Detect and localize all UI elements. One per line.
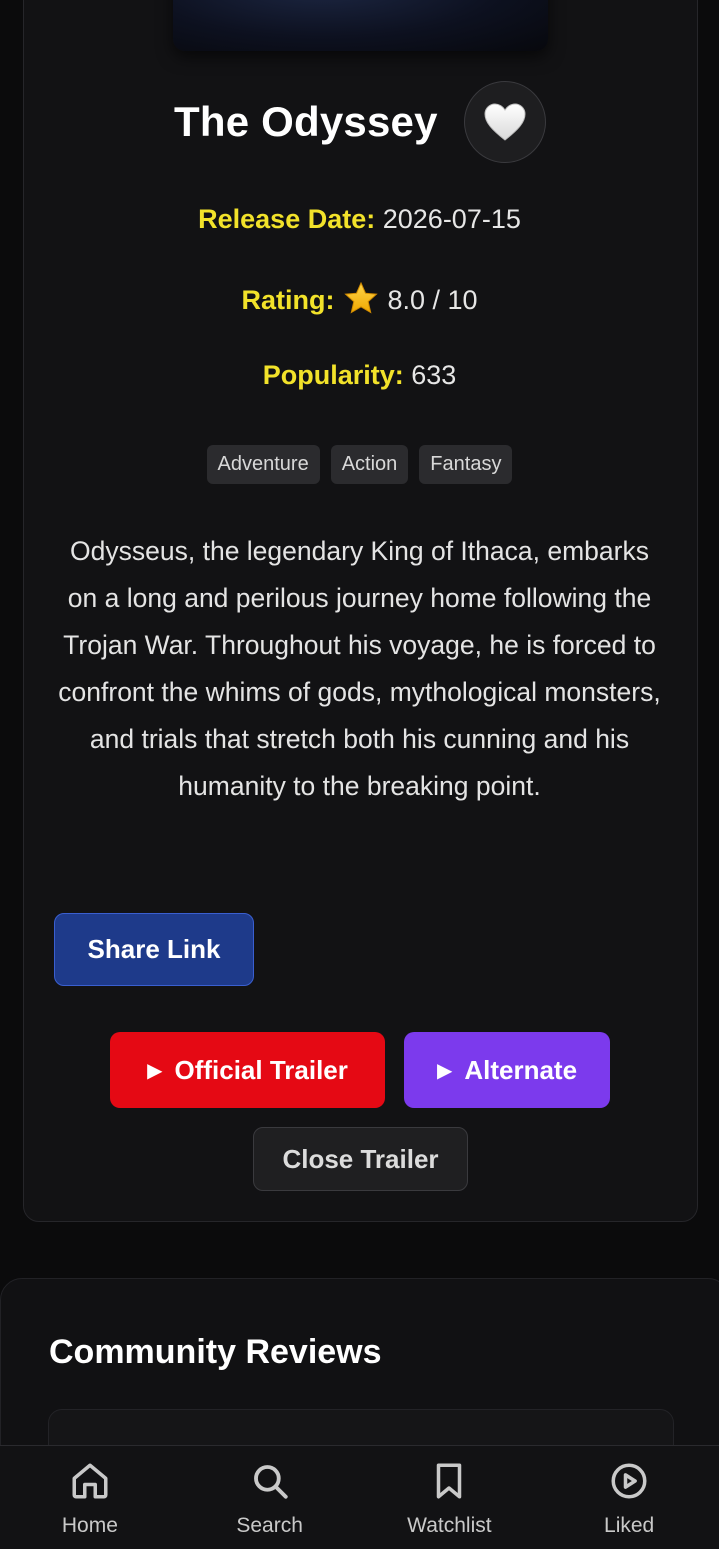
search-icon [253, 1465, 288, 1499]
movie-overview: Odysseus, the legendary King of Ithaca, … [58, 536, 661, 801]
home-icon [72, 1463, 108, 1499]
close-trailer-button[interactable]: Close Trailer [253, 1127, 468, 1191]
release-date-line: Release Date: 2026-07-15 [0, 204, 719, 235]
nav-label-liked: Liked [604, 1514, 655, 1537]
bottom-nav: Home Search Watchlist Liked [0, 1445, 719, 1549]
play-icon: ▶ [147, 1059, 163, 1082]
popularity-line: Popularity: 633 [0, 360, 719, 391]
popularity-value: 633 [411, 360, 457, 390]
genre-chip: Adventure [206, 445, 320, 484]
play-circle-icon [611, 1463, 647, 1499]
title-row: The Odyssey [0, 80, 719, 164]
genre-list: Adventure Action Fantasy [0, 445, 719, 484]
nav-label-watchlist: Watchlist [407, 1514, 492, 1537]
popularity-label: Popularity: [262, 360, 404, 390]
release-date-label: Release Date: [198, 204, 376, 234]
play-icon: ▶ [436, 1059, 453, 1082]
star-icon [344, 282, 378, 314]
white-heart-icon [484, 103, 526, 141]
reviews-title: Community Reviews [49, 1333, 382, 1371]
nav-label-search: Search [236, 1514, 303, 1537]
nav-label-home: Home [61, 1514, 118, 1537]
bookmark-icon [437, 1463, 462, 1499]
official-trailer-label: Official Trailer [174, 1054, 348, 1085]
movie-detail-page: The Odyssey Release Date: 2026-07-15 Rat… [0, 0, 719, 1549]
alternate-trailer-label: Alternate [464, 1054, 578, 1085]
share-link-button[interactable]: Share Link [54, 913, 254, 986]
nav-item-home[interactable]: Home [0, 1446, 180, 1549]
nav-item-watchlist[interactable]: Watchlist [360, 1446, 540, 1549]
nav-item-liked[interactable]: Liked [539, 1446, 719, 1549]
alternate-trailer-button[interactable]: ▶ Alternate [404, 1032, 610, 1108]
rating-label: Rating: [241, 285, 335, 315]
genre-chip: Fantasy [419, 445, 513, 484]
movie-poster [173, 0, 548, 51]
official-trailer-button[interactable]: ▶ Official Trailer [110, 1032, 385, 1108]
like-button[interactable] [464, 81, 546, 163]
movie-title: The Odyssey [174, 98, 438, 145]
rating-line: Rating: 8.0 / 10 [0, 282, 719, 316]
genre-chip: Action [330, 445, 409, 484]
release-date-value: 2026-07-15 [382, 204, 521, 234]
rating-value: 8.0 / 10 [387, 285, 478, 315]
nav-item-search[interactable]: Search [180, 1446, 360, 1549]
